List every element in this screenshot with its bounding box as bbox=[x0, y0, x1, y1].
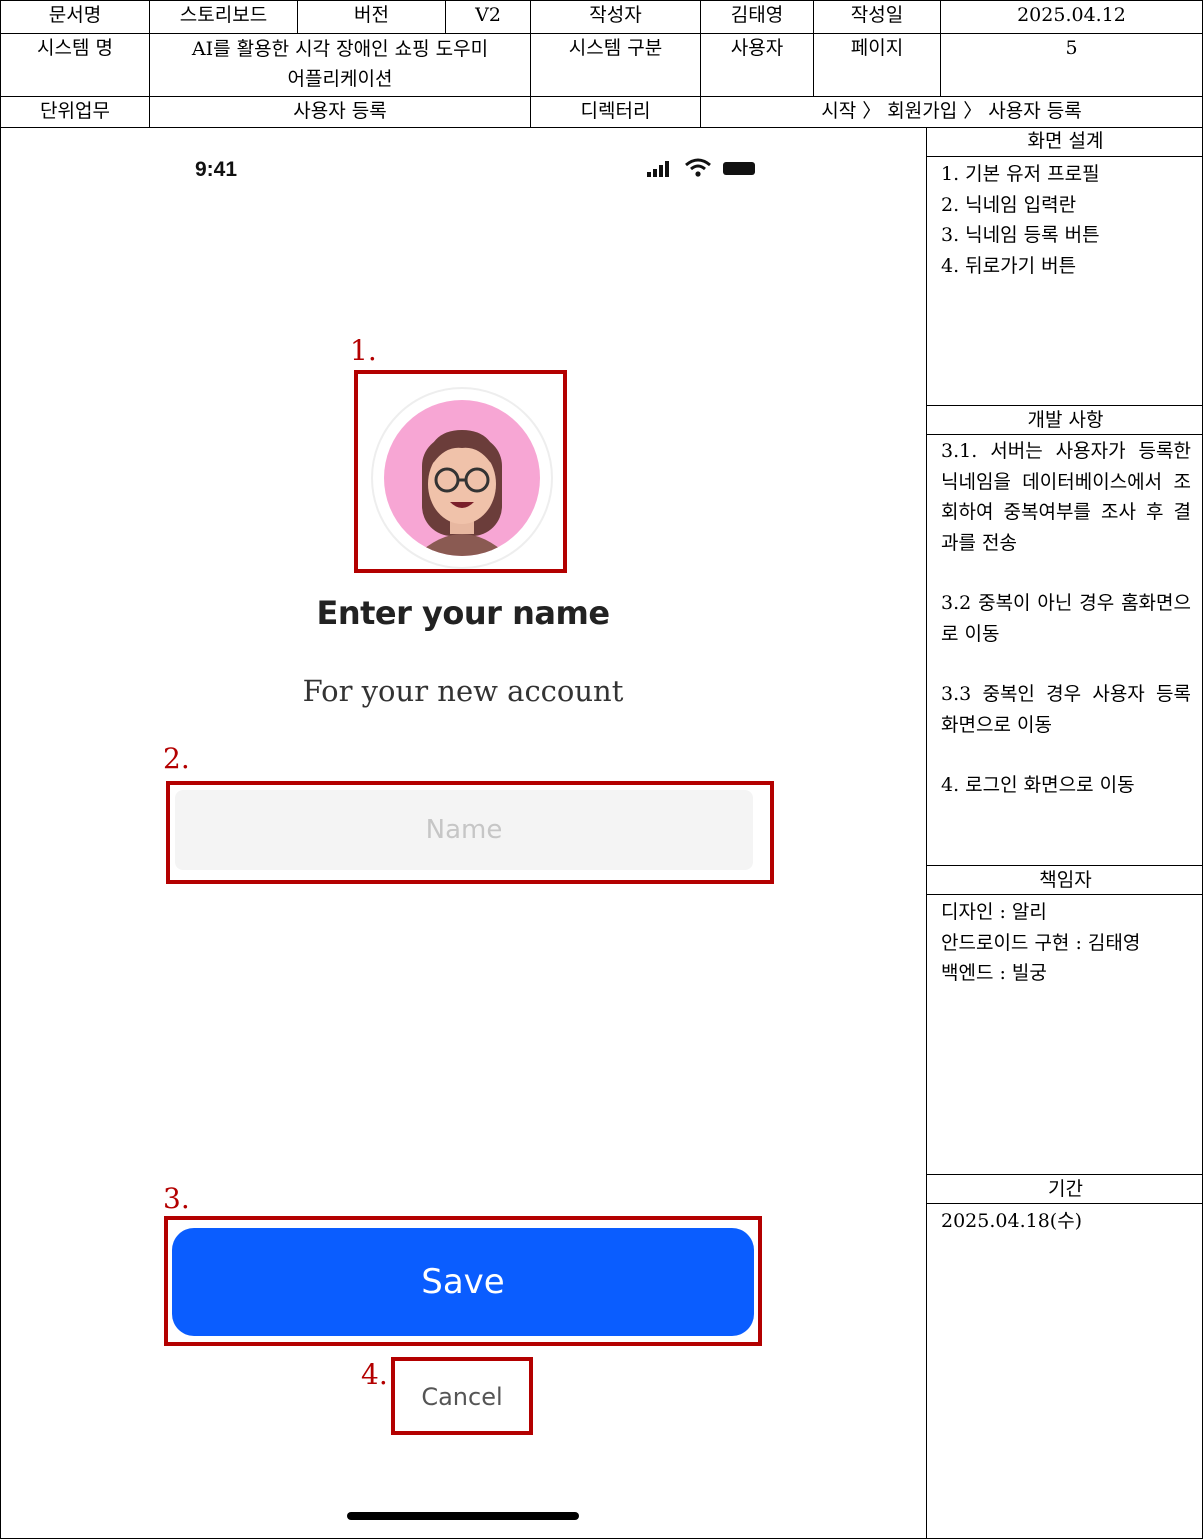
home-indicator bbox=[347, 1512, 579, 1520]
development-title: 개발 사항 bbox=[927, 405, 1203, 435]
design-item: 2. 닉네임 입력란 bbox=[941, 193, 1077, 216]
avatar-icon bbox=[371, 387, 553, 569]
development-item: 3.1. 서버는 사용자가 등록한 닉네임을 데이터베이스에서 조회하여 중복여… bbox=[941, 440, 1191, 554]
save-button[interactable]: Save bbox=[172, 1228, 754, 1336]
status-time: 9:41 bbox=[195, 158, 238, 181]
description-panel: 화면 설계 1. 기본 유저 프로필 2. 닉네임 입력란 3. 닉네임 등록 … bbox=[926, 127, 1203, 1539]
page-subheading: For your new account bbox=[302, 674, 624, 708]
page-heading: Enter your name bbox=[316, 594, 610, 632]
design-title: 화면 설계 bbox=[927, 127, 1203, 157]
page-value: 5 bbox=[940, 33, 1203, 97]
owner-item: 안드로이드 구현 : 김태영 bbox=[941, 931, 1141, 954]
design-item: 4. 뒤로가기 버튼 bbox=[941, 254, 1077, 277]
development-item: 3.2 중복이 아닌 경우 홈화면으로 이동 bbox=[941, 592, 1191, 645]
signal-icon bbox=[647, 161, 669, 177]
design-item: 3. 닉네임 등록 버튼 bbox=[941, 224, 1100, 246]
owner-item: 디자인 : 알리 bbox=[941, 901, 1047, 923]
period-value: 2025.04.18(수) bbox=[941, 1210, 1083, 1232]
wifi-icon bbox=[685, 158, 711, 177]
name-input[interactable] bbox=[175, 790, 753, 870]
battery-icon bbox=[723, 162, 755, 175]
annotation-marker-2: 2. bbox=[163, 742, 190, 775]
owner-title: 책임자 bbox=[927, 865, 1203, 895]
design-list: 1. 기본 유저 프로필 2. 닉네임 입력란 3. 닉네임 등록 버튼 4. … bbox=[941, 159, 1191, 281]
phone-screen: 9:41 1. Enter your name For your new acc… bbox=[0, 0, 926, 1539]
owner-item: 백엔드 : 빌궁 bbox=[941, 962, 1047, 984]
annotation-marker-4: 4. bbox=[361, 1358, 388, 1391]
cancel-button[interactable]: Cancel bbox=[396, 1362, 528, 1432]
development-item: 4. 로그인 화면으로 이동 bbox=[941, 774, 1135, 796]
development-item: 3.3 중복인 경우 사용자 등록 화면으로 이동 bbox=[941, 683, 1191, 736]
period-title: 기간 bbox=[927, 1174, 1203, 1204]
development-list: 3.1. 서버는 사용자가 등록한 닉네임을 데이터베이스에서 조회하여 중복여… bbox=[941, 436, 1191, 801]
annotation-marker-3: 3. bbox=[163, 1182, 190, 1215]
design-item: 1. 기본 유저 프로필 bbox=[941, 163, 1100, 185]
date-value: 2025.04.12 bbox=[940, 0, 1203, 34]
owner-list: 디자인 : 알리 안드로이드 구현 : 김태영 백엔드 : 빌궁 bbox=[941, 897, 1191, 989]
annotation-marker-1: 1. bbox=[350, 334, 377, 367]
